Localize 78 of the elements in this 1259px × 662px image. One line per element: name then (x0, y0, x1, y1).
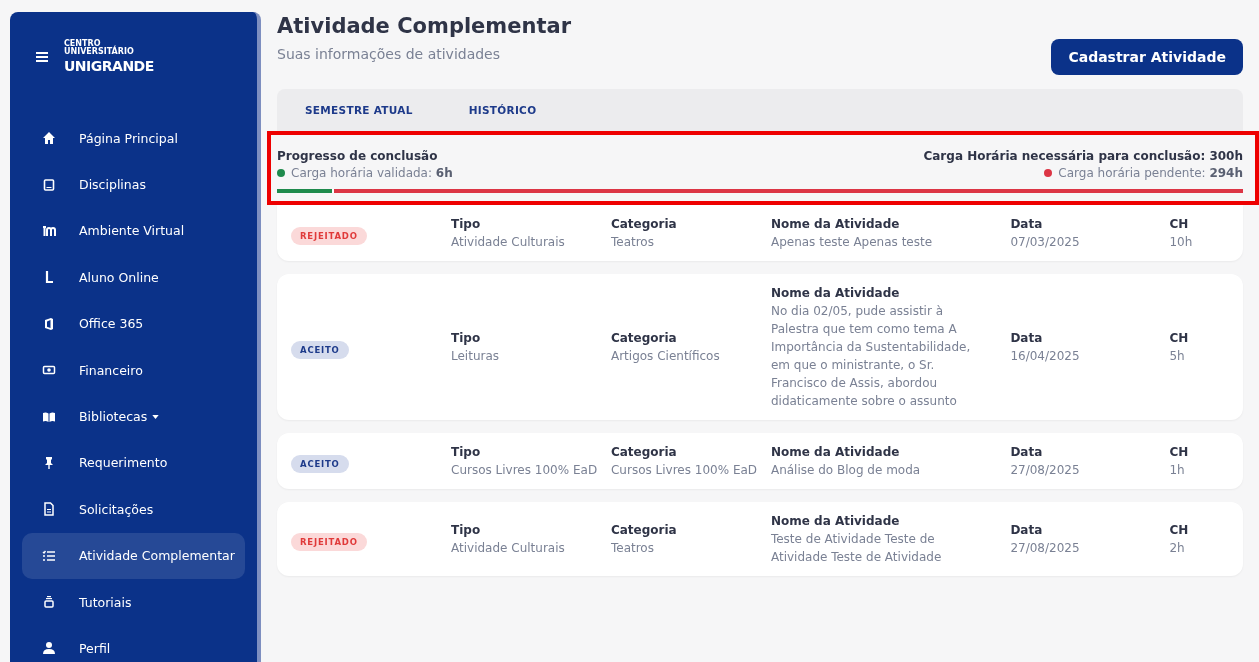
status-badge: REJEITADO (291, 226, 367, 245)
nav-item[interactable]: Solicitações (22, 486, 245, 533)
home-icon (42, 131, 56, 146)
field-label: Tipo (451, 444, 482, 461)
field-label: Nome da Atividade (770, 216, 901, 233)
field-label: CH (1169, 522, 1190, 539)
nav-item[interactable]: Tutoriais (22, 578, 245, 626)
nav-item[interactable]: Financeiro (22, 346, 245, 394)
nav-item[interactable]: Requerimento (22, 439, 245, 487)
field-label: Categoria (610, 444, 678, 461)
field-value: Atividade Culturais (451, 234, 566, 251)
field-label: Tipo (451, 522, 482, 539)
field-value: 16/04/2025 (1010, 348, 1081, 365)
status-badge: REJEITADO (291, 532, 367, 551)
nav-item[interactable]: Aluno Online (22, 254, 245, 301)
logo-text: CENTRO (64, 40, 101, 48)
field-label: Nome da Atividade (770, 285, 901, 302)
field-label: Categoria (610, 330, 678, 347)
required-hours: Carga Horária necessária para conclusão: 300h (923, 149, 1243, 163)
nav-item[interactable]: Disciplinas (22, 161, 245, 208)
field-value: Teste de Atividade Teste de Atividade Teste de Atividade (770, 531, 943, 566)
field-value: 07/03/2025 (1010, 234, 1081, 251)
field-label: Nome da Atividade (770, 513, 901, 530)
field-label: CH (1169, 216, 1190, 233)
m-letter-icon (42, 223, 56, 238)
field-value: 10h (1169, 234, 1194, 251)
status-badge: ACEITO (291, 340, 349, 359)
field-label: Categoria (610, 216, 678, 233)
field-value: Cursos Livres 100% EaD (610, 462, 759, 479)
menu-icon[interactable] (36, 51, 48, 62)
field-label: Data (1010, 330, 1044, 347)
field-label: CH (1169, 330, 1190, 347)
pending-hours: Carga horária pendente: 294h (1058, 166, 1243, 180)
status-dot (1044, 169, 1053, 177)
field-value: No dia 02/05, pude assistir à Palestra que tem como tema A Importância da Sustentabilidade, em que o ministrante, o Sr. Francisco de Assis, abordou didaticamente sobre o assunto (770, 303, 972, 410)
field-label: Tipo (451, 216, 482, 233)
validated-hours: Carga horária validada: 6h (291, 166, 453, 180)
field-value: Análise do Blog de moda (770, 462, 922, 479)
field-value: Atividade Culturais (451, 540, 566, 557)
field-label: Tipo (451, 330, 482, 347)
checklist-icon (42, 548, 56, 563)
user-icon (42, 641, 56, 656)
nav-item[interactable]: Office 365 (22, 300, 245, 347)
field-label: CH (1169, 444, 1190, 461)
field-label: Data (1010, 522, 1044, 539)
field-label: Nome da Atividade (770, 444, 901, 461)
nav-item[interactable]: Bibliotecas (22, 393, 245, 440)
field-value: Leituras (451, 348, 501, 365)
nav-item[interactable]: Perfil (22, 625, 245, 662)
field-label: Data (1010, 216, 1044, 233)
register-activity-button[interactable]: Cadastrar Atividade (1051, 39, 1243, 75)
progress-title: Progresso de conclusão (277, 149, 438, 163)
tab[interactable]: HISTÓRICO (468, 104, 537, 116)
status-dot (277, 169, 285, 177)
tablet-icon (42, 177, 56, 192)
field-value: 1h (1169, 462, 1186, 479)
nav-item[interactable]: Ambiente Virtual (22, 207, 245, 255)
field-label: Categoria (610, 522, 678, 539)
field-value: Teatros (610, 234, 655, 251)
tray-icon (42, 595, 56, 610)
nav-item[interactable]: Página Principal (22, 115, 245, 162)
field-label: Data (1010, 444, 1044, 461)
door-icon (42, 316, 56, 331)
tab[interactable]: SEMESTRE ATUAL (305, 104, 413, 116)
page-subtitle: Suas informações de atividades (277, 46, 502, 62)
page-title: Atividade Complementar (277, 14, 571, 38)
nav-item[interactable]: Atividade Complementar (22, 532, 245, 579)
field-value: 5h (1169, 348, 1186, 365)
field-value: Artigos Científicos (610, 348, 721, 365)
field-value: 27/08/2025 (1010, 462, 1081, 479)
field-value: 2h (1169, 540, 1186, 557)
field-value: Apenas teste Apenas teste (770, 234, 934, 251)
field-value: 27/08/2025 (1010, 540, 1081, 557)
status-badge: ACEITO (291, 454, 349, 473)
field-value: Teatros (610, 540, 655, 557)
document-icon (42, 502, 56, 517)
logo-wordmark: UNIGRANDE (64, 59, 154, 73)
field-value: Cursos Livres 100% EaD (451, 462, 599, 479)
